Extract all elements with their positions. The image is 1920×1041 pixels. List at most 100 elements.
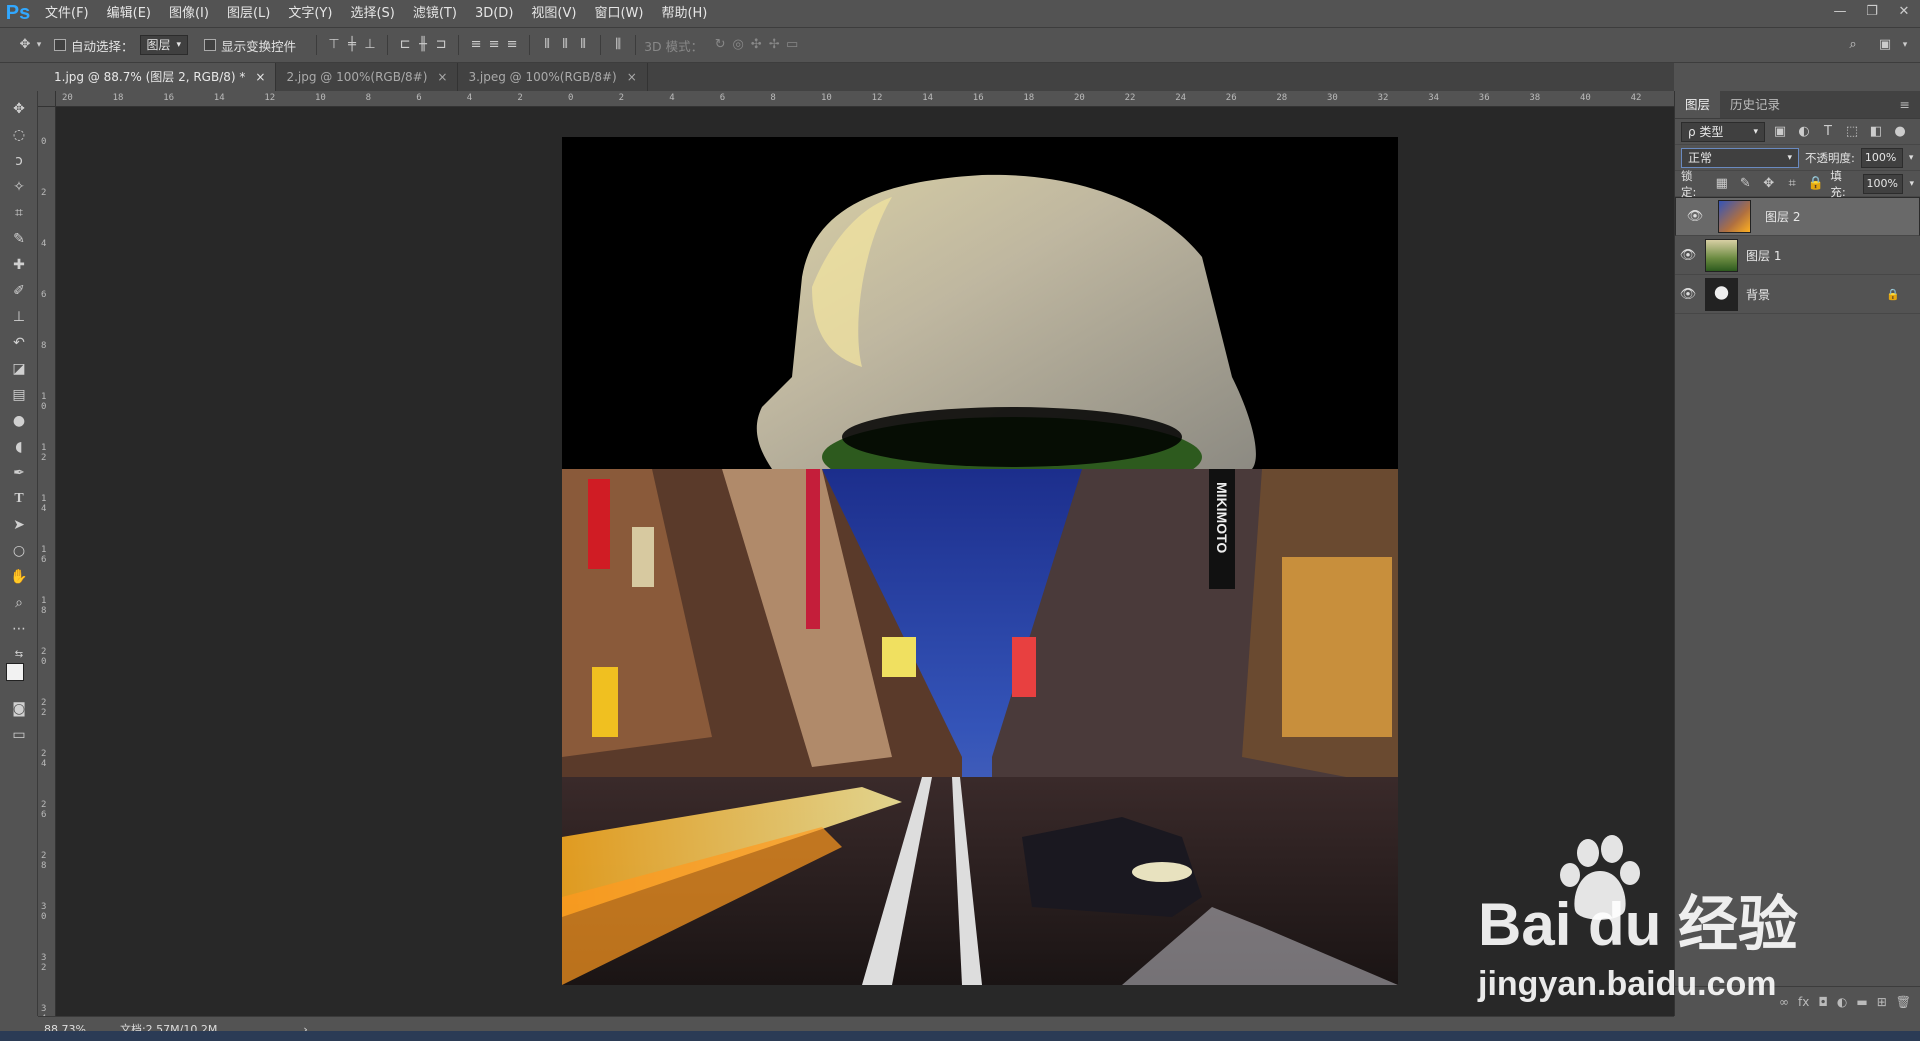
link-layers-icon[interactable]: ∞ [1779, 995, 1789, 1009]
distribute-left-icon[interactable]: ⫴ [538, 36, 556, 54]
align-right-icon[interactable]: ⊐ [432, 36, 450, 54]
lock-all-icon[interactable]: 🔒 [1807, 175, 1824, 193]
history-brush-tool-icon[interactable]: ↶ [9, 333, 29, 353]
filter-shape-icon[interactable]: ⬚ [1843, 123, 1861, 141]
filter-pixel-icon[interactable]: ▣ [1771, 123, 1789, 141]
ruler-origin[interactable] [38, 91, 56, 107]
swap-colors-icon[interactable]: ⇆ [9, 645, 29, 665]
distribute-top-icon[interactable]: ≡ [467, 36, 485, 54]
tab-layers[interactable]: 图层 [1675, 91, 1721, 118]
chevron-down-icon[interactable]: ▾ [1909, 153, 1914, 163]
menu-help[interactable]: 帮助(H) [652, 0, 716, 27]
lock-pixels-icon[interactable]: ✎ [1737, 175, 1754, 193]
eyedropper-tool-icon[interactable]: ✎ [9, 229, 29, 249]
show-transform-checkbox[interactable] [204, 39, 217, 51]
visibility-eye-icon[interactable]: 👁 [1675, 248, 1701, 263]
filter-smart-object-icon[interactable]: ◧ [1867, 123, 1885, 141]
ellipse-tool-icon[interactable]: ○ [9, 541, 29, 561]
blend-mode-dropdown[interactable]: 正常 ▾ [1681, 147, 1799, 168]
align-bottom-icon[interactable]: ⊥ [361, 36, 379, 54]
fill-input[interactable]: 100% [1862, 173, 1904, 194]
foreground-color-swatch[interactable] [6, 663, 24, 681]
menu-filter[interactable]: 滤镜(T) [404, 0, 466, 27]
3d-slide-icon[interactable]: ✢ [765, 36, 783, 54]
tab-document-3[interactable]: 3.jpeg @ 100%(RGB/8#) × [458, 63, 648, 91]
3d-drag-icon[interactable]: ✣ [747, 36, 765, 54]
quick-mask-icon[interactable]: ◙ [9, 699, 29, 719]
distribute-bottom-icon[interactable]: ≡ [503, 36, 521, 54]
document-canvas[interactable]: MIKIMOTO [562, 137, 1398, 985]
move-tool-icon[interactable]: ✥ [16, 36, 34, 54]
filter-toggle-icon[interactable]: ● [1891, 123, 1909, 141]
clone-stamp-tool-icon[interactable]: ⊥ [9, 307, 29, 327]
workspace-icon[interactable]: ▣ [1876, 36, 1894, 54]
layer-row-layer-2[interactable]: 👁 图层 2 [1675, 197, 1920, 236]
chevron-down-icon[interactable]: ▾ [1900, 36, 1910, 54]
lasso-tool-icon[interactable]: ↄ [9, 151, 29, 171]
auto-select-checkbox[interactable] [54, 39, 66, 51]
menu-image[interactable]: 图像(I) [160, 0, 218, 27]
new-layer-icon[interactable]: ⊞ [1877, 995, 1887, 1009]
magic-wand-tool-icon[interactable]: ✧ [9, 177, 29, 197]
type-tool-icon[interactable]: T [9, 489, 29, 509]
layer-name[interactable]: 图层 2 [1765, 208, 1913, 226]
3d-roll-icon[interactable]: ◎ [729, 36, 747, 54]
menu-3d[interactable]: 3D(D) [466, 0, 522, 27]
menu-window[interactable]: 窗口(W) [585, 0, 652, 27]
tab-document-1[interactable]: 1.jpg @ 88.7% (图层 2, RGB/8) * × [44, 63, 277, 91]
3d-scale-icon[interactable]: ▭ [783, 36, 801, 54]
filter-adjustment-icon[interactable]: ◐ [1795, 123, 1813, 141]
tab-history[interactable]: 历史记录 [1720, 91, 1790, 118]
lock-transparent-icon[interactable]: ▦ [1713, 175, 1730, 193]
dodge-tool-icon[interactable]: ◖ [9, 437, 29, 457]
adjustment-layer-icon[interactable]: ◐ [1837, 995, 1847, 1009]
eraser-tool-icon[interactable]: ◪ [9, 359, 29, 379]
hand-tool-icon[interactable]: ✋ [9, 567, 29, 587]
distribute-hcenter-icon[interactable]: ⫴ [556, 36, 574, 54]
move-tool-icon[interactable]: ✥ [9, 99, 29, 119]
pen-tool-icon[interactable]: ✒ [9, 463, 29, 483]
auto-select-dropdown[interactable]: 图层 ▾ [139, 35, 189, 55]
gradient-tool-icon[interactable]: ▤ [9, 385, 29, 405]
layer-style-icon[interactable]: fx [1798, 995, 1809, 1009]
panel-menu-icon[interactable]: ≡ [1890, 91, 1920, 118]
visibility-eye-icon[interactable]: 👁 [1675, 287, 1701, 302]
add-mask-icon[interactable]: ◘ [1818, 995, 1828, 1009]
align-hcenter-icon[interactable]: ╫ [414, 36, 432, 54]
close-button[interactable]: ✕ [1888, 0, 1920, 27]
menu-type[interactable]: 文字(Y) [279, 0, 341, 27]
marquee-tool-icon[interactable]: ◌ [9, 125, 29, 145]
menu-edit[interactable]: 编辑(E) [98, 0, 160, 27]
search-icon[interactable]: ⌕ [1844, 36, 1862, 54]
layer-row-background[interactable]: 👁 背景 🔒 [1675, 275, 1920, 314]
brush-tool-icon[interactable]: ✐ [9, 281, 29, 301]
close-icon[interactable]: × [255, 63, 265, 91]
lock-artboard-icon[interactable]: ⌗ [1783, 175, 1800, 193]
minimize-button[interactable]: — [1824, 0, 1856, 27]
layer-name[interactable]: 图层 1 [1746, 247, 1920, 264]
layer-name[interactable]: 背景 [1746, 286, 1886, 303]
auto-align-icon[interactable]: ⫼ [609, 36, 627, 54]
healing-brush-tool-icon[interactable]: ✚ [9, 255, 29, 275]
lock-position-icon[interactable]: ✥ [1760, 175, 1777, 193]
delete-layer-icon[interactable]: 🗑 [1896, 995, 1911, 1009]
close-icon[interactable]: × [437, 63, 447, 91]
zoom-tool-icon[interactable]: ⌕ [9, 593, 29, 613]
screen-mode-icon[interactable]: ▭ [9, 725, 29, 745]
visibility-eye-icon[interactable]: 👁 [1682, 208, 1708, 226]
layer-row-layer-1[interactable]: 👁 图层 1 [1675, 236, 1920, 275]
menu-file[interactable]: 文件(F) [36, 0, 98, 27]
restore-button[interactable]: ❐ [1856, 0, 1888, 27]
tab-document-2[interactable]: 2.jpg @ 100%(RGB/8#) × [276, 63, 459, 91]
tool-preset-dropdown-icon[interactable]: ▾ [34, 36, 44, 54]
menu-layer[interactable]: 图层(L) [218, 0, 279, 27]
distribute-vcenter-icon[interactable]: ≡ [485, 36, 503, 54]
path-selection-tool-icon[interactable]: ➤ [9, 515, 29, 535]
opacity-input[interactable]: 100% [1860, 147, 1903, 168]
align-vcenter-icon[interactable]: ╪ [343, 36, 361, 54]
3d-rotate-icon[interactable]: ↻ [711, 36, 729, 54]
blur-tool-icon[interactable]: ● [9, 411, 29, 431]
align-top-icon[interactable]: ⊤ [325, 36, 343, 54]
filter-type-icon[interactable]: T [1819, 123, 1837, 141]
new-group-icon[interactable]: ▬ [1856, 995, 1867, 1009]
